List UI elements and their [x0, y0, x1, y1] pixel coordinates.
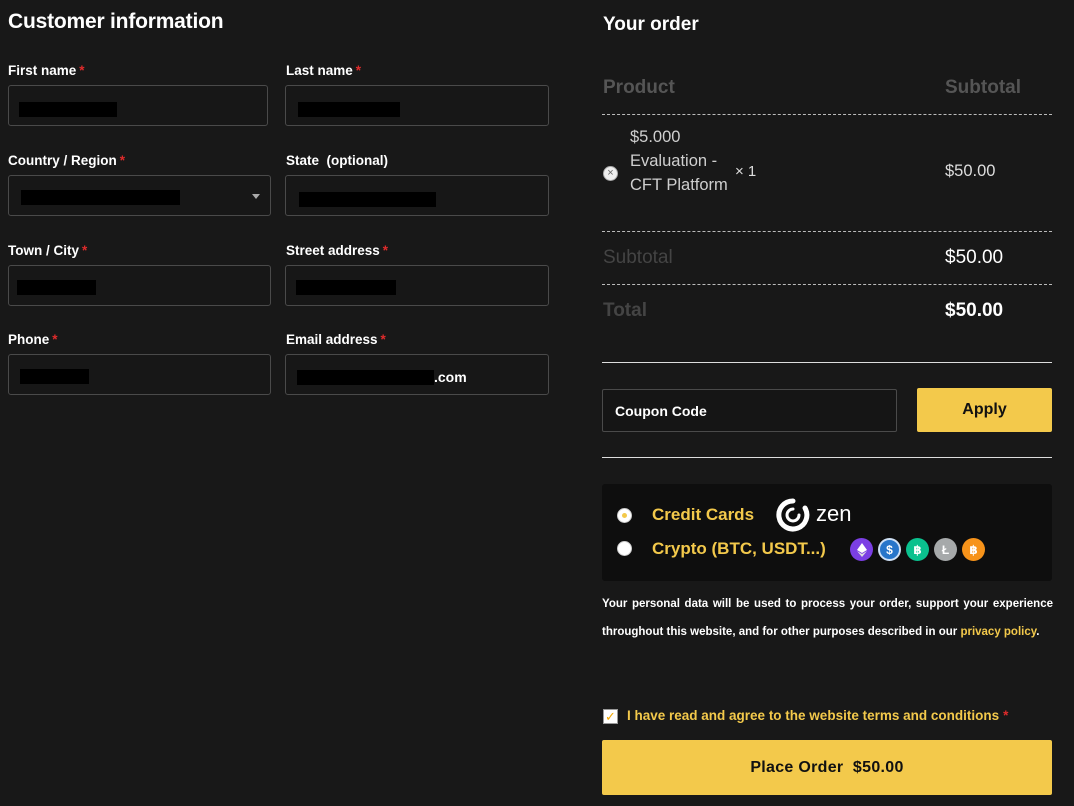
litecoin-icon: Ł	[934, 538, 957, 561]
required-mark: *	[382, 243, 389, 258]
required-mark: *	[380, 332, 386, 347]
redacted-value	[298, 102, 400, 117]
privacy-notice-end: .	[1036, 626, 1040, 638]
remove-item-icon[interactable]: ×	[603, 166, 618, 181]
town-label: Town / City *	[8, 243, 87, 258]
town-label-text: Town / City	[8, 243, 79, 258]
divider	[602, 284, 1052, 285]
zen-ring-icon	[776, 498, 810, 532]
your-order-title: Your order	[603, 14, 699, 35]
redacted-value	[297, 370, 434, 385]
order-item-subtotal: $50.00	[945, 162, 996, 180]
privacy-policy-link[interactable]: privacy policy	[960, 626, 1036, 638]
product-column-header: Product	[603, 77, 675, 98]
crypto-coins: $ ฿ Ł ฿	[850, 538, 985, 561]
subtotal-label: Subtotal	[603, 247, 673, 268]
bitcoin-icon: ฿	[962, 538, 985, 561]
coupon-input[interactable]	[603, 390, 896, 431]
chevron-down-icon	[252, 194, 260, 199]
terms-label-text: I have read and agree to the website ter…	[627, 708, 1000, 723]
email-field[interactable]: .com	[285, 354, 549, 395]
country-select[interactable]	[8, 175, 271, 216]
total-value: $50.00	[945, 300, 1004, 321]
redacted-value	[17, 280, 96, 295]
required-mark: *	[119, 153, 126, 168]
last-name-field[interactable]	[285, 85, 549, 126]
street-label: Street address *	[286, 243, 388, 258]
coupon-field[interactable]	[602, 389, 897, 432]
customer-info-title: Customer information	[8, 10, 224, 33]
subtotal-value: $50.00	[945, 247, 1004, 268]
phone-label: Phone *	[8, 332, 58, 347]
zen-logo: zen	[776, 498, 851, 532]
first-name-field[interactable]	[8, 85, 268, 126]
apply-coupon-button[interactable]: Apply	[917, 388, 1052, 432]
privacy-notice: Your personal data will be used to proce…	[602, 590, 1053, 646]
credit-cards-label[interactable]: Credit Cards	[652, 505, 754, 525]
terms-label[interactable]: I have read and agree to the website ter…	[627, 708, 1008, 723]
required-mark: *	[1003, 708, 1009, 723]
country-label-text: Country / Region	[8, 153, 117, 168]
terms-checkbox[interactable]: ✓	[603, 709, 618, 724]
redacted-value	[20, 369, 89, 384]
required-mark: *	[52, 332, 58, 347]
state-label-text: State (optional)	[286, 153, 388, 168]
email-label-text: Email address	[286, 332, 378, 347]
street-label-text: Street address	[286, 243, 380, 258]
redacted-value	[21, 190, 180, 205]
subtotal-column-header: Subtotal	[945, 77, 1021, 98]
divider	[602, 231, 1052, 232]
redacted-value	[19, 102, 117, 117]
usdc-icon: $	[878, 538, 901, 561]
redacted-value	[296, 280, 396, 295]
state-field[interactable]	[285, 175, 549, 216]
bitcoin-cash-icon: ฿	[906, 538, 929, 561]
last-name-label: Last name *	[286, 63, 361, 78]
divider	[602, 362, 1052, 363]
zen-brand-text: zen	[816, 501, 852, 526]
order-item-qty: × 1	[735, 163, 757, 180]
ethereum-icon	[850, 538, 873, 561]
total-label: Total	[603, 300, 647, 321]
last-name-label-text: Last name	[286, 63, 353, 78]
town-field[interactable]	[8, 265, 271, 306]
street-field[interactable]	[285, 265, 549, 306]
order-item-name: $5.000 Evaluation - CFT Platform	[630, 128, 728, 194]
required-mark: *	[355, 63, 362, 78]
first-name-label: First name *	[8, 63, 85, 78]
credit-cards-radio[interactable]	[617, 508, 632, 523]
crypto-radio[interactable]	[617, 541, 632, 556]
email-label: Email address *	[286, 332, 386, 347]
divider	[602, 114, 1052, 115]
redacted-value	[299, 192, 436, 207]
place-order-button[interactable]: Place Order $50.00	[602, 740, 1052, 795]
radio-selected-dot	[622, 513, 627, 518]
phone-label-text: Phone	[8, 332, 50, 347]
country-label: Country / Region *	[8, 153, 125, 168]
divider	[602, 457, 1052, 458]
state-label: State (optional)	[286, 153, 388, 168]
required-mark: *	[79, 63, 85, 78]
crypto-label[interactable]: Crypto (BTC, USDT...)	[652, 539, 826, 559]
email-visible-text: .com	[434, 369, 467, 385]
first-name-label-text: First name	[8, 63, 77, 78]
required-mark: *	[82, 243, 88, 258]
phone-field[interactable]	[8, 354, 271, 395]
